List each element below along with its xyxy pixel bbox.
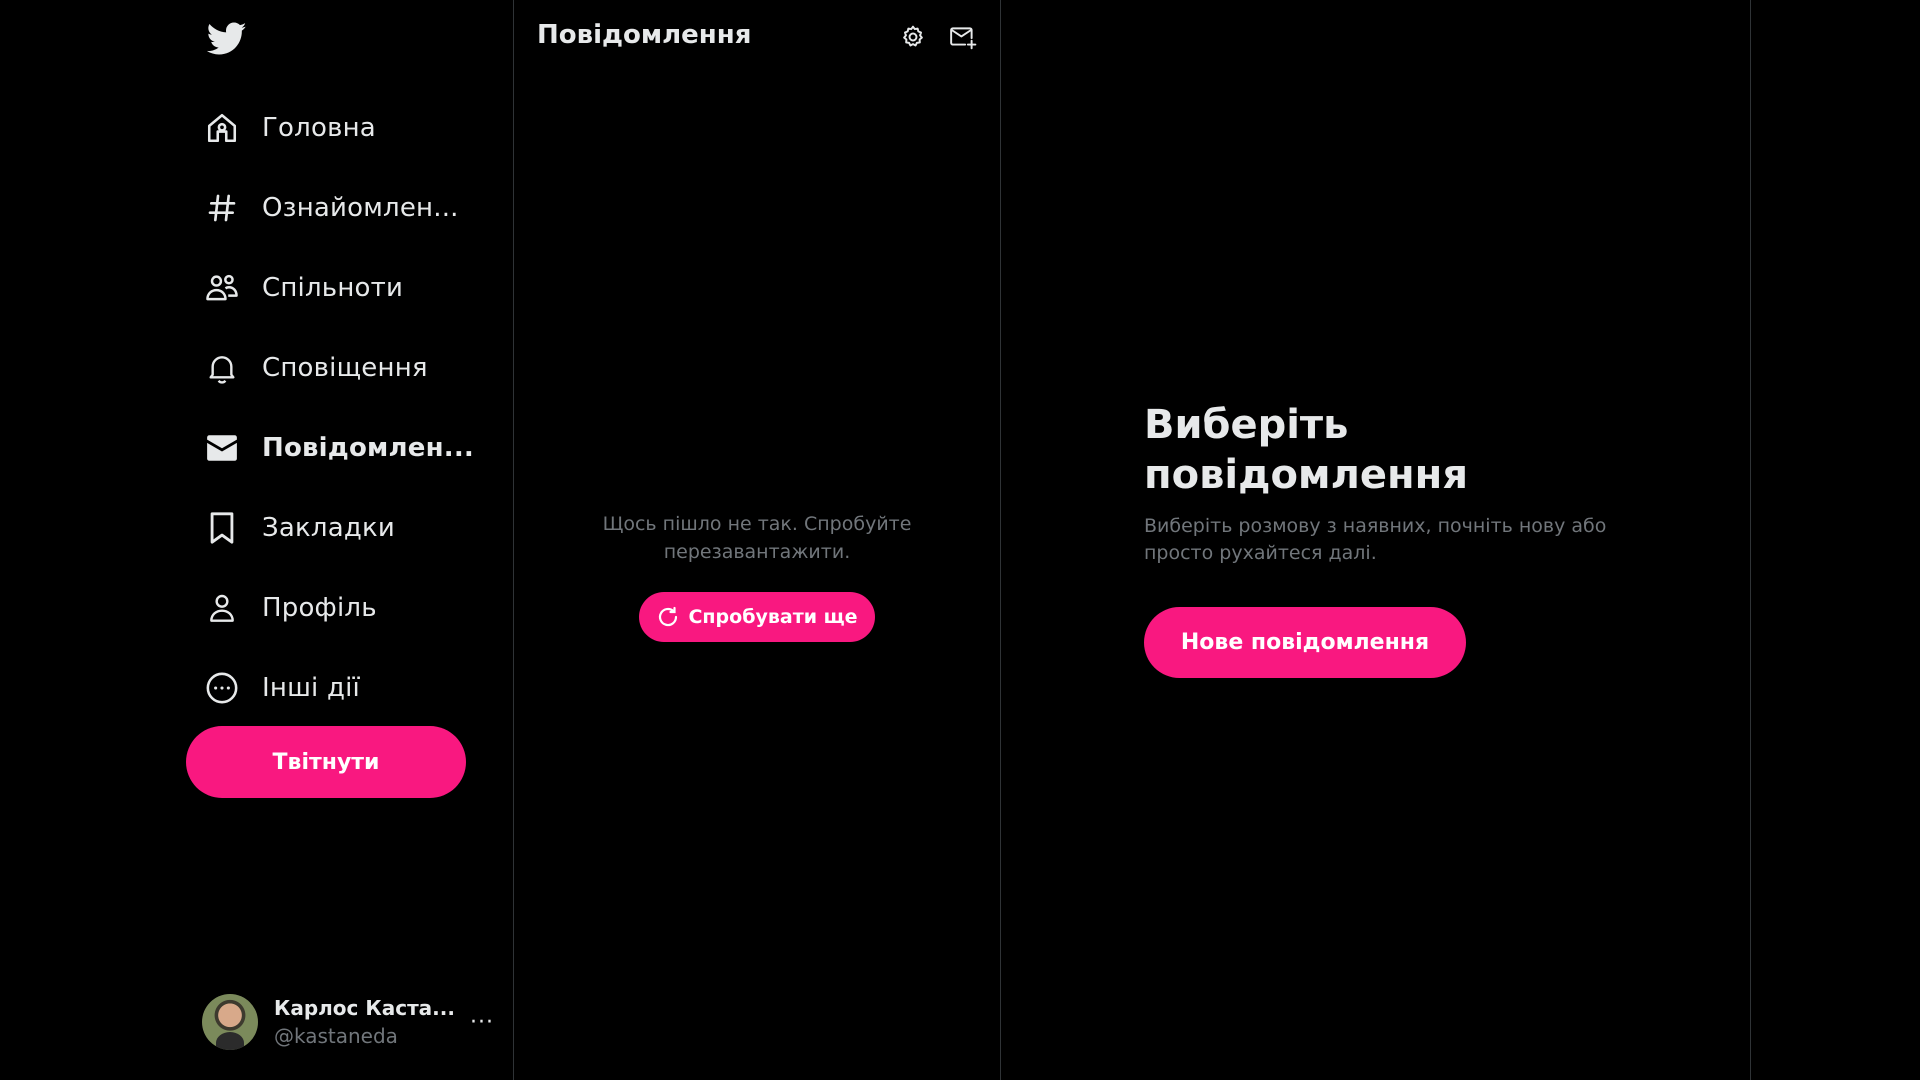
sidebar-item-bookmarks[interactable]: Закладки — [194, 488, 514, 568]
conversation-detail: Виберіть повідомлення Виберіть розмову з… — [1001, 0, 1750, 1080]
sidebar-item-label: Інші дії — [262, 673, 360, 703]
sidebar-item-label: Головна — [262, 113, 376, 143]
sidebar-item-label: Профіль — [262, 593, 377, 623]
empty-state-title: Виберіть повідомлення — [1144, 402, 1469, 498]
retry-button-label: Спробувати ще — [688, 606, 858, 628]
account-handle: @kastaneda — [274, 1024, 398, 1048]
more-horizontal-icon[interactable]: ··· — [462, 1002, 502, 1042]
bookmark-icon — [202, 508, 242, 548]
communities-icon — [202, 268, 242, 308]
error-message: Щось пішло не так. Спробуйте перезаванта… — [602, 513, 912, 563]
bell-icon — [202, 348, 242, 388]
retry-button[interactable]: Спробувати ще — [639, 592, 875, 642]
tweet-button[interactable]: Твітнути — [186, 726, 466, 798]
new-message-button[interactable]: Нове повідомлення — [1144, 607, 1466, 678]
account-switcher[interactable]: Карлос Каста... @kastaneda ··· — [202, 990, 502, 1054]
messages-header: Повідомлення — [514, 0, 1000, 74]
app-root: Головна Ознайомлен... Спільноти Сповіщен… — [0, 0, 1920, 1080]
divider — [1750, 0, 1751, 1080]
home-icon — [202, 108, 242, 148]
refresh-icon — [656, 605, 680, 629]
hashtag-icon — [202, 188, 242, 228]
sidebar-item-profile[interactable]: Профіль — [194, 568, 514, 648]
twitter-bird-icon[interactable] — [202, 14, 252, 64]
sidebar-item-more[interactable]: Інші дії — [194, 648, 514, 728]
sidebar-item-communities[interactable]: Спільноти — [194, 248, 514, 328]
sidebar-item-messages[interactable]: Повідомлен... — [194, 408, 514, 488]
sidebar-item-explore[interactable]: Ознайомлен... — [194, 168, 514, 248]
account-info: Карлос Каста... @kastaneda — [274, 996, 455, 1048]
envelope-icon — [202, 428, 242, 468]
sidebar-item-label: Ознайомлен... — [262, 193, 459, 223]
sidebar: Головна Ознайомлен... Спільноти Сповіщен… — [186, 0, 514, 1080]
messages-column: Повідомлення Щось пішло не так. Спробуйт… — [514, 0, 1000, 1080]
sidebar-item-label: Спільноти — [262, 273, 404, 303]
page-title: Повідомлення — [537, 20, 752, 50]
sidebar-item-label: Сповіщення — [262, 353, 428, 383]
sidebar-item-label: Закладки — [262, 513, 396, 543]
gear-icon[interactable] — [894, 18, 932, 56]
account-name: Карлос Каста... — [274, 996, 455, 1020]
person-icon — [202, 588, 242, 628]
more-circle-icon — [202, 668, 242, 708]
sidebar-item-label: Повідомлен... — [262, 433, 474, 463]
sidebar-item-notifications[interactable]: Сповіщення — [194, 328, 514, 408]
empty-state-subtitle: Виберіть розмову з наявних, почніть нову… — [1144, 515, 1607, 564]
avatar — [202, 994, 258, 1050]
new-message-icon[interactable] — [944, 18, 982, 56]
sidebar-nav: Головна Ознайомлен... Спільноти Сповіщен… — [194, 88, 514, 728]
sidebar-item-home[interactable]: Головна — [194, 88, 514, 168]
